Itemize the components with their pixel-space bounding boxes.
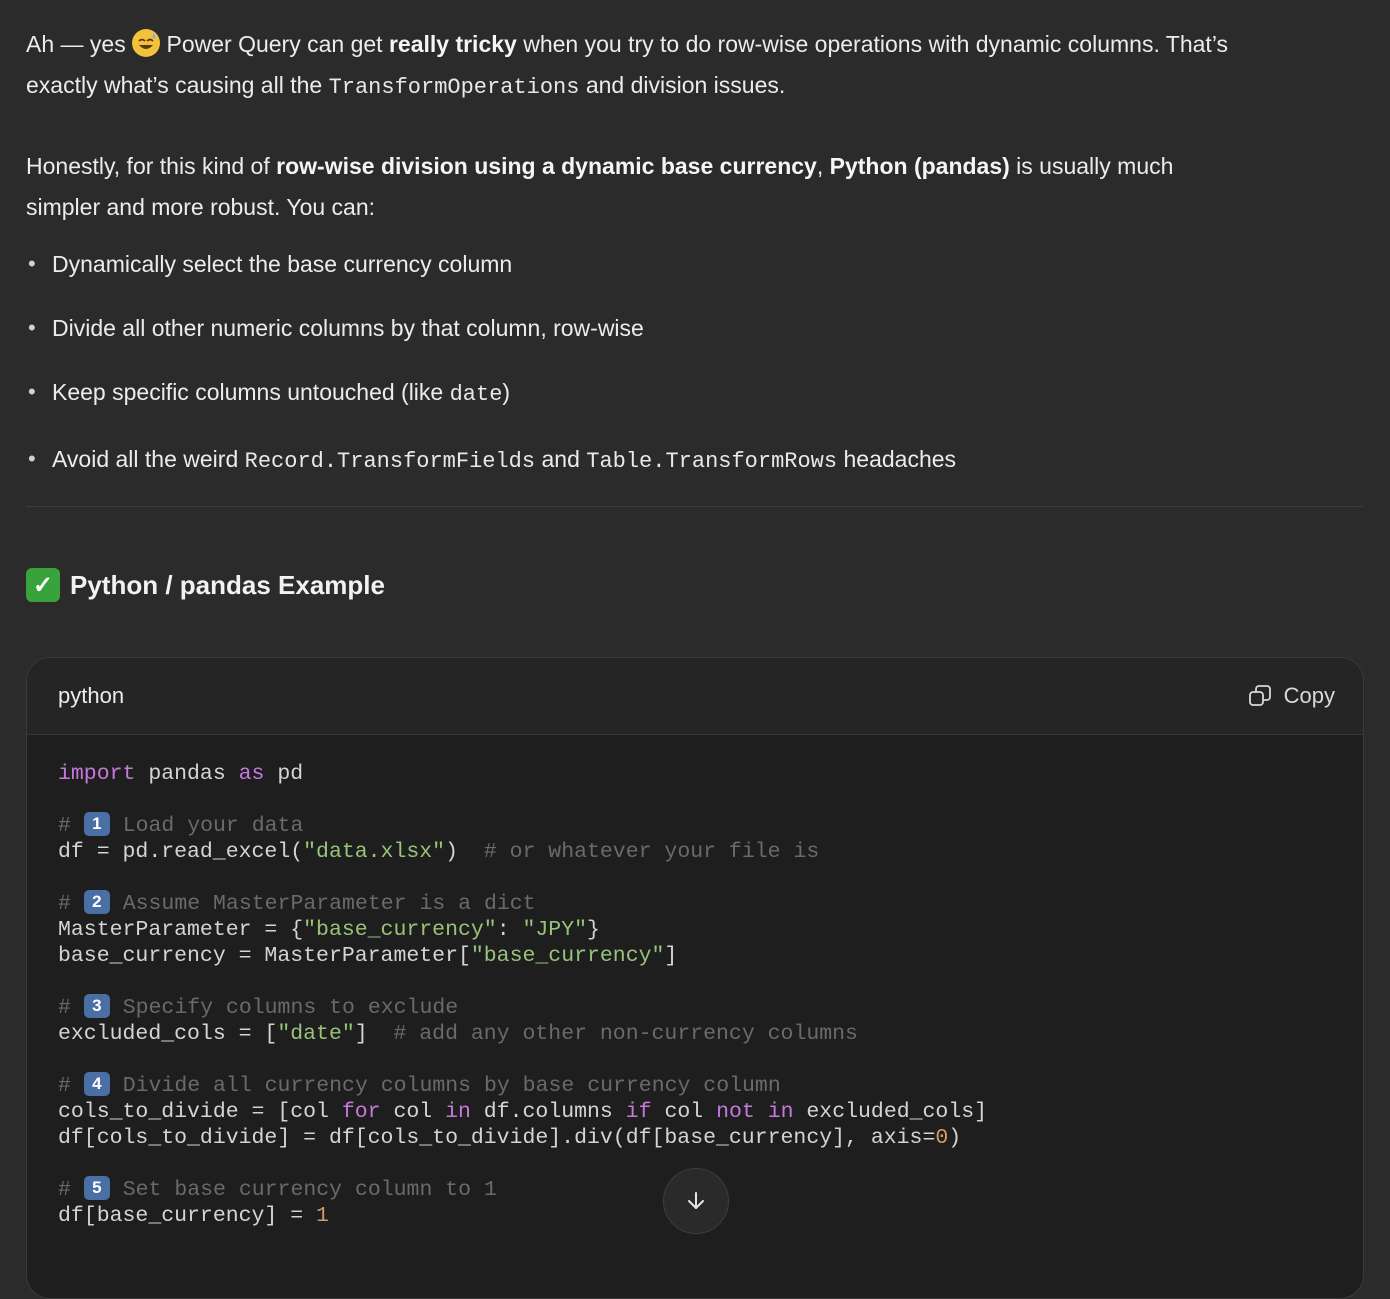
assistant-message: Ah — yes Power Query can get really tric… — [26, 24, 1366, 605]
inline-code: Record.TransformFields — [244, 449, 536, 474]
code-language-label: python — [58, 683, 125, 708]
divider — [26, 506, 1363, 507]
keycap-badge: 2 — [83, 889, 110, 914]
intro-text: and division issues. — [585, 72, 786, 98]
intro-text: Ah — yes — [26, 31, 126, 57]
code-line: df = pd.read_excel("data.xlsx") # or wha… — [58, 840, 820, 864]
bullet-list: • Dynamically select the base currency co… — [26, 244, 1366, 482]
list-item-text: Avoid all the weird — [52, 446, 239, 472]
code-comment: Specify columns to exclude — [109, 996, 459, 1020]
list-item-text: ) — [502, 379, 511, 405]
section-heading: ✓ Python / pandas Example — [26, 565, 1366, 605]
arrow-down-icon — [688, 1192, 704, 1209]
code-line: # 1 Load your data — [58, 811, 304, 838]
bullet-dot: • — [28, 251, 36, 276]
intro-text: is usually much — [1016, 153, 1174, 179]
code-block-header: python Copy — [27, 658, 1363, 735]
keycap-badge: 1 — [83, 811, 110, 836]
keycap-badge: 3 — [83, 993, 110, 1018]
code-comment: Assume MasterParameter is a dict — [109, 892, 536, 916]
inline-code: date — [449, 382, 503, 407]
intro-text: when you try to do row-wise operations w… — [523, 31, 1229, 57]
code-comment: Set base currency column to 1 — [109, 1178, 497, 1202]
code-comment: Load your data — [109, 814, 304, 838]
code-line: base_currency = MasterParameter["base_cu… — [58, 944, 678, 968]
list-item: • Divide all other numeric columns by tha… — [26, 308, 1366, 348]
copy-label: Copy — [1283, 683, 1335, 708]
code-comment: # or whatever your file is — [457, 840, 820, 864]
list-item-text: and — [541, 446, 580, 472]
bullet-dot: • — [28, 446, 36, 471]
code-line: excluded_cols = ["date"] # add any other… — [58, 1022, 858, 1046]
intro-text: Power Query can get — [166, 31, 383, 57]
intro-text: , — [816, 153, 824, 179]
code-line: cols_to_divide = [col for col in df.colu… — [58, 1100, 988, 1124]
list-item-text: Dynamically select the base currency col… — [52, 251, 513, 277]
list-item: • Keep specific columns untouched (like d… — [26, 372, 1366, 415]
intro-paragraph-2: Honestly, for this kind of row-wise divi… — [26, 146, 1366, 228]
intro-text: Honestly, for this kind of — [26, 153, 270, 179]
list-item-text: headaches — [843, 446, 957, 472]
inline-code: TransformOperations — [328, 75, 580, 100]
copy-icon — [1248, 685, 1271, 706]
code-comment: # add any other non-currency columns — [367, 1022, 858, 1046]
list-item-text: Keep specific columns untouched (like — [52, 379, 444, 405]
inline-code: Table.TransformRows — [586, 449, 838, 474]
scroll-to-bottom-button[interactable] — [663, 1168, 729, 1234]
bullet-dot: • — [28, 315, 36, 340]
code-line: import pandas as pd — [58, 762, 304, 786]
intro-bold: row-wise division using a dynamic base c… — [276, 153, 817, 179]
keycap-badge: 4 — [83, 1071, 110, 1096]
intro-bold: Python (pandas) — [829, 153, 1010, 179]
sweat-smile-emoji — [132, 28, 161, 57]
list-item: • Avoid all the weird Record.TransformFie… — [26, 439, 1366, 482]
intro-bold: really tricky — [388, 31, 517, 57]
code-line: df[cols_to_divide] = df[cols_to_divide].… — [58, 1126, 962, 1150]
keycap-badge: 5 — [83, 1175, 110, 1200]
intro-paragraph-1: Ah — yes Power Query can get really tric… — [26, 24, 1366, 108]
check-mark-icon: ✓ — [26, 568, 60, 602]
code-line: # 3 Specify columns to exclude — [58, 993, 459, 1020]
copy-button[interactable]: Copy — [1248, 683, 1335, 709]
code-comment: Divide all currency columns by base curr… — [109, 1074, 781, 1098]
code-line: # 4 Divide all currency columns by base … — [58, 1071, 781, 1098]
list-item-text: Divide all other numeric columns by that… — [52, 315, 644, 341]
bullet-dot: • — [28, 379, 36, 404]
list-item: • Dynamically select the base currency co… — [26, 244, 1366, 284]
code-content[interactable]: import pandas as pd # 1 Load your data df… — [27, 735, 1363, 1229]
code-line: # 2 Assume MasterParameter is a dict — [58, 889, 536, 916]
intro-text: exactly what’s causing all the — [26, 72, 323, 98]
code-line: MasterParameter = {"base_currency": "JPY… — [58, 918, 600, 942]
intro-text: simpler and more robust. You can: — [26, 194, 376, 220]
section-title: Python / pandas Example — [70, 569, 385, 600]
